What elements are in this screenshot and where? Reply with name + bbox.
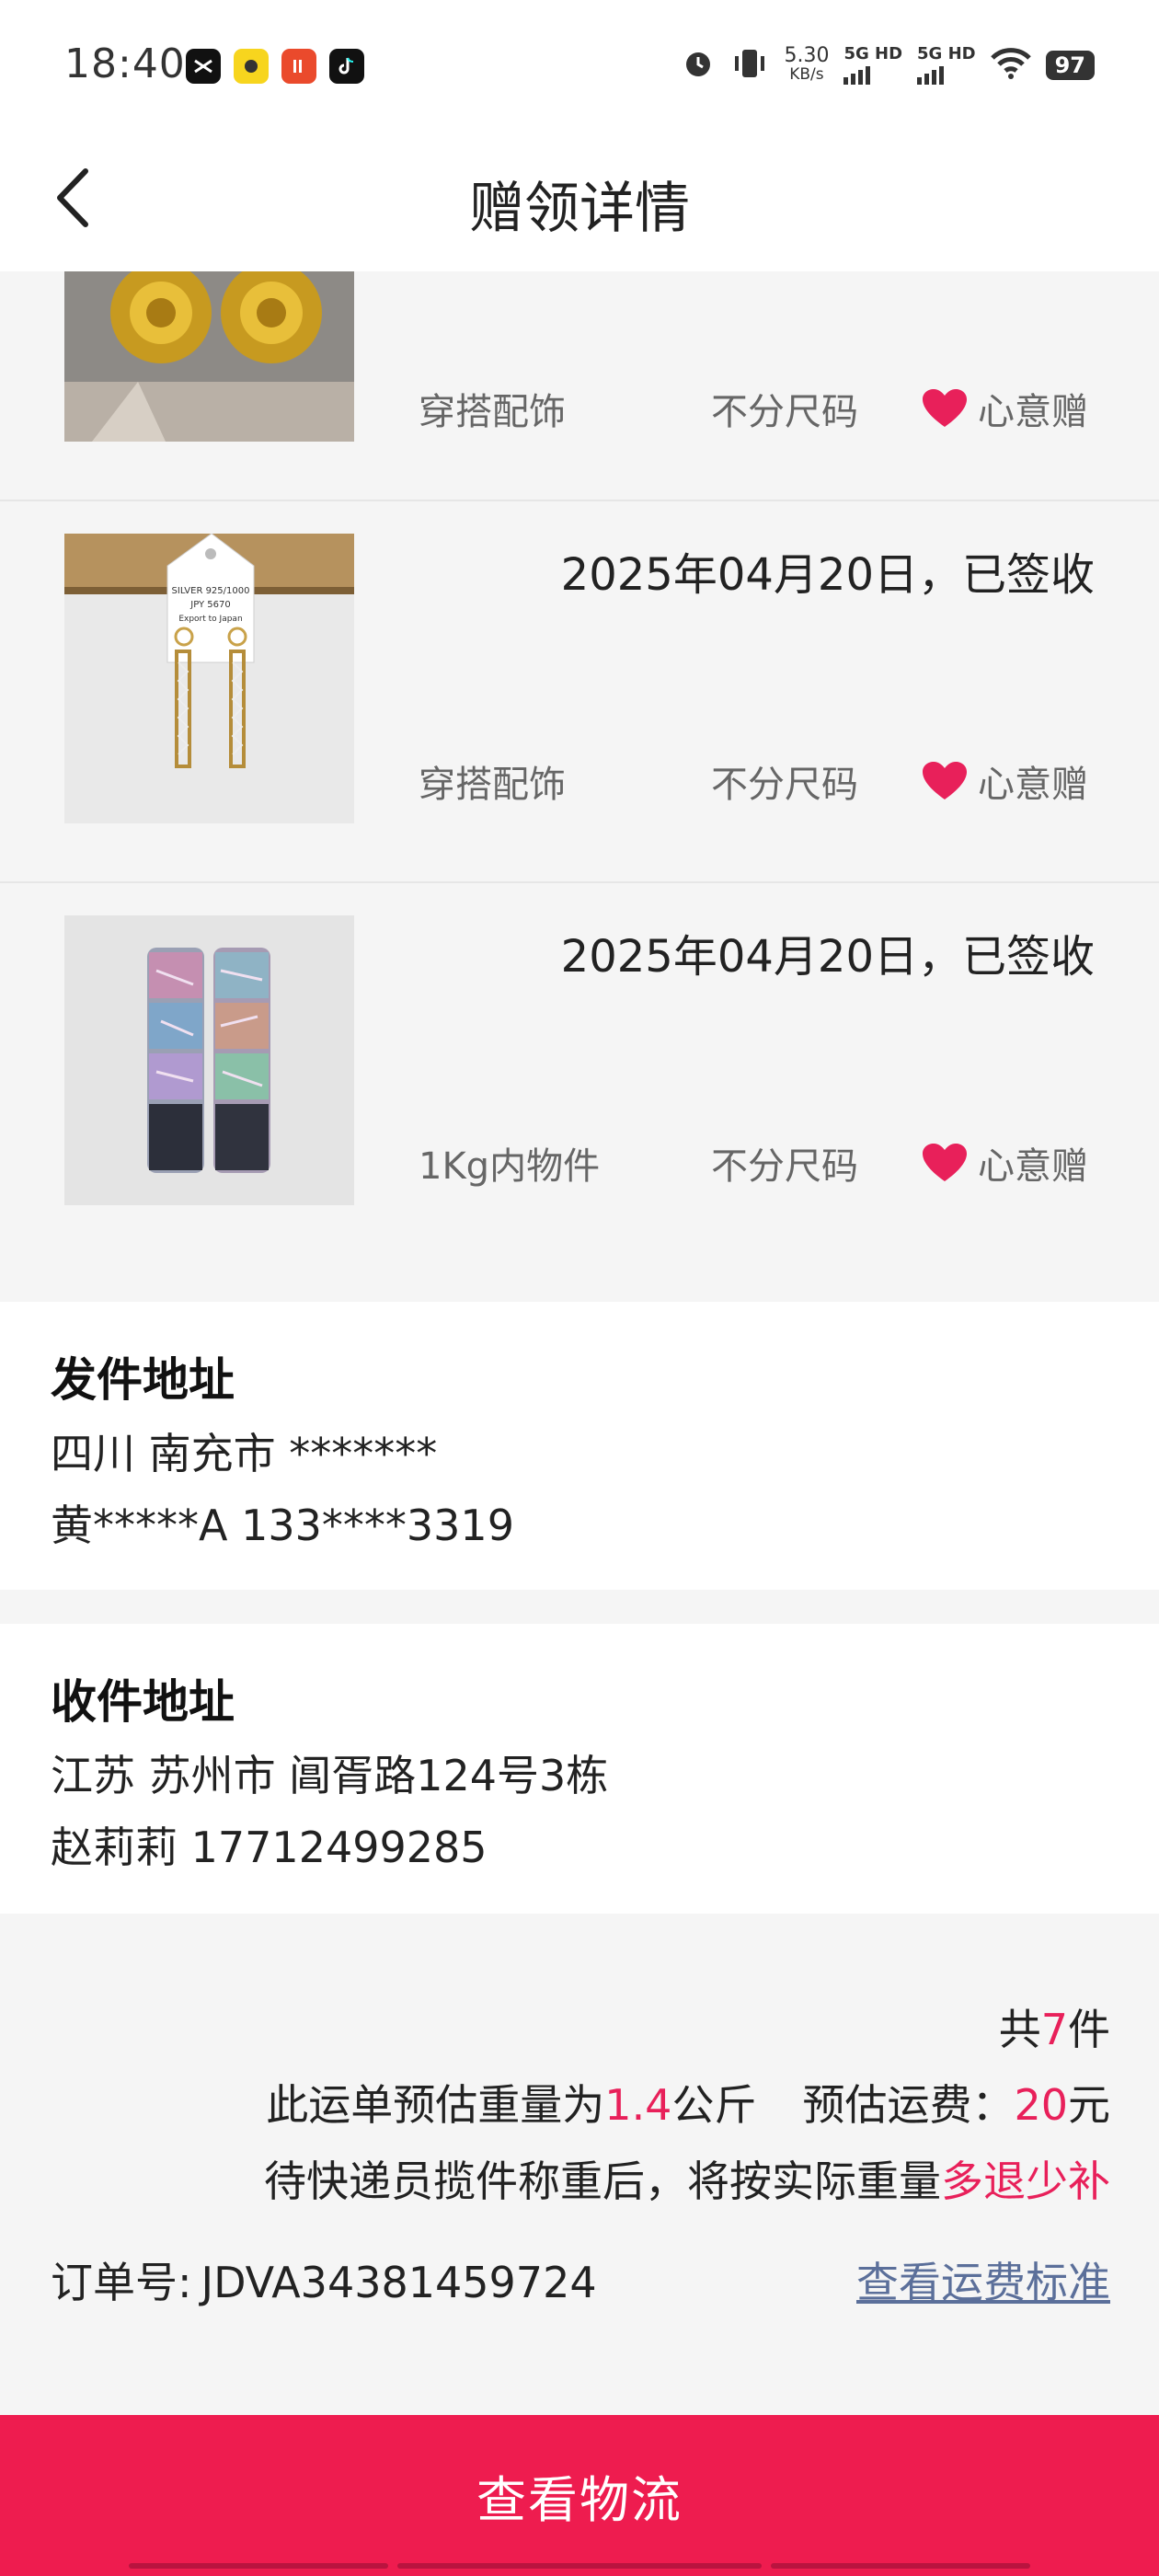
wifi-icon xyxy=(990,47,1031,84)
weight-prefix: 此运单预估重量为 xyxy=(266,2080,605,2130)
notification-icons xyxy=(186,49,364,84)
heart-icon xyxy=(923,1144,967,1181)
view-logistics-button[interactable]: 查看物流 xyxy=(0,2415,1159,2576)
item-image xyxy=(64,271,354,442)
gift-item[interactable]: 2025年04月20日，已签收 1Kg内物件 不分尺码 心意赠 xyxy=(0,883,1159,1265)
sender-title: 发件地址 xyxy=(51,1353,235,1407)
capcut-icon xyxy=(186,49,221,84)
item-category: 穿搭配饰 xyxy=(419,764,566,806)
nav-bar: 赠领详情 xyxy=(0,138,1159,271)
weight-fee-line: 此运单预估重量为1.4公斤 预估运费：20元 xyxy=(266,2072,1110,2133)
signal-2: 5G HD xyxy=(917,46,976,85)
system-icons: 5.30 KB/s 5G HD 5G HD 97 xyxy=(681,46,1095,85)
net-speed-value: 5.30 xyxy=(784,44,830,67)
net-speed-unit: KB/s xyxy=(789,65,824,84)
item-status: 2025年04月20日，已签收 xyxy=(560,931,1095,983)
gift-tag: 心意赠 xyxy=(921,1136,1088,1190)
item-category: 穿搭配饰 xyxy=(419,391,566,433)
gift-item-list: 穿搭配饰 不分尺码 心意赠 SILVER 925/1000 JPY 5670 E… xyxy=(0,271,1159,1265)
svg-text:JPY 5670: JPY 5670 xyxy=(189,600,231,610)
item-category: 1Kg内物件 xyxy=(419,1145,601,1188)
status-time: 18:40 xyxy=(64,40,186,87)
heart-icon xyxy=(923,389,967,427)
fee-prefix: 预估运费： xyxy=(802,2080,1015,2130)
svg-text:SILVER 925/1000: SILVER 925/1000 xyxy=(172,586,250,596)
item-image: SILVER 925/1000 JPY 5670 Export to Japan xyxy=(64,534,354,823)
gift-label: 心意赠 xyxy=(978,764,1088,806)
gift-label: 心意赠 xyxy=(978,1145,1088,1188)
receiver-address-card: 收件地址 江苏 苏州市 阊胥路124号3栋 赵莉莉 17712499285 xyxy=(0,1624,1159,1914)
fee-unit: 元 xyxy=(1068,2080,1110,2130)
gesture-bar xyxy=(129,2563,1030,2570)
count-prefix: 共 xyxy=(998,2005,1041,2054)
item-status: 2025年04月20日，已签收 xyxy=(560,549,1095,601)
item-size: 不分尺码 xyxy=(711,1145,858,1188)
gift-tag: 心意赠 xyxy=(921,382,1088,435)
item-image xyxy=(64,915,354,1205)
net-speed: 5.30 KB/s xyxy=(784,44,830,85)
listen-app-icon xyxy=(281,49,316,84)
order-value: JDVA34381459724 xyxy=(201,2258,597,2307)
heart-icon xyxy=(923,762,967,799)
alarm-icon xyxy=(681,46,716,85)
count-suffix: 件 xyxy=(1068,2005,1110,2054)
receiver-address: 江苏 苏州市 阊胥路124号3栋 xyxy=(51,1751,609,1800)
fee-value: 20 xyxy=(1014,2080,1068,2130)
gift-item[interactable]: 穿搭配饰 不分尺码 心意赠 xyxy=(0,271,1159,501)
battery-level: 97 xyxy=(1045,51,1095,80)
count-value: 7 xyxy=(1040,2005,1068,2054)
weight-unit: 公斤 xyxy=(671,2080,757,2130)
weight-value: 1.4 xyxy=(604,2080,672,2130)
page-title: 赠领详情 xyxy=(469,177,690,241)
network-label-2: 5G HD xyxy=(917,44,976,63)
gift-tag: 心意赠 xyxy=(921,754,1088,808)
receiver-contact: 赵莉莉 17712499285 xyxy=(51,1823,488,1872)
item-size: 不分尺码 xyxy=(711,764,858,806)
sender-address: 四川 南充市 ******* xyxy=(51,1429,438,1478)
signal-bars-2-icon xyxy=(917,63,976,85)
fee-standard-link[interactable]: 查看运费标准 xyxy=(856,2249,1110,2310)
note-highlight: 多退少补 xyxy=(941,2156,1110,2206)
note-prefix: 待快递员揽件称重后，将按实际重量 xyxy=(264,2156,941,2206)
tiktok-icon xyxy=(329,49,364,84)
quark-icon xyxy=(234,49,269,84)
gift-item[interactable]: SILVER 925/1000 JPY 5670 Export to Japan… xyxy=(0,501,1159,883)
signal-1: 5G HD xyxy=(843,46,902,85)
shipping-summary: 共7件 此运单预估重量为1.4公斤 预估运费：20元 待快递员揽件称重后，将按实际… xyxy=(0,1914,1159,2415)
signal-bars-1-icon xyxy=(843,63,902,85)
status-bar: 18:40 5.30 KB/s 5G HD 5G HD 97 xyxy=(0,0,1159,138)
sender-contact: 黄*****A 133****3319 xyxy=(51,1501,514,1550)
order-label: 订单号: xyxy=(51,2258,192,2307)
item-size: 不分尺码 xyxy=(711,391,858,433)
receiver-title: 收件地址 xyxy=(51,1675,235,1729)
item-count: 共7件 xyxy=(999,1996,1110,2057)
order-number: 订单号: JDVA34381459724 xyxy=(51,2249,597,2310)
sender-address-card: 发件地址 四川 南充市 ******* 黄*****A 133****3319 xyxy=(0,1302,1159,1590)
svg-text:Export to Japan: Export to Japan xyxy=(178,615,242,624)
vibrate-icon xyxy=(730,46,769,85)
gift-label: 心意赠 xyxy=(978,391,1088,433)
weight-note: 待快递员揽件称重后，将按实际重量多退少补 xyxy=(264,2148,1110,2209)
network-label-1: 5G HD xyxy=(843,44,903,63)
